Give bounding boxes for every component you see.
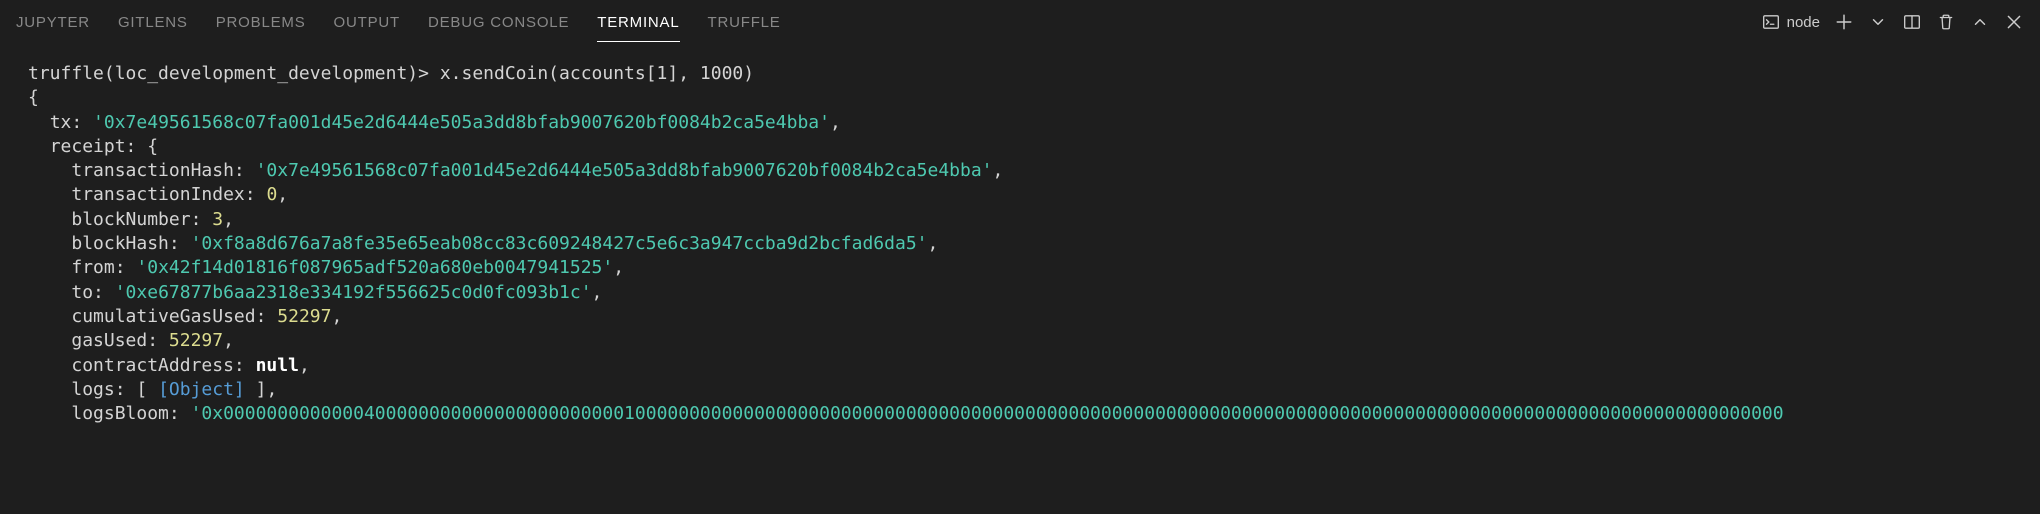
to-key: to: <box>71 282 104 303</box>
kill-terminal-button[interactable] <box>1936 12 1956 32</box>
tab-output[interactable]: OUTPUT <box>334 2 400 42</box>
gas-used-key: gasUsed: <box>71 330 158 351</box>
gas-used-value: 52297 <box>169 330 223 351</box>
output-line: { <box>28 87 39 108</box>
terminal-prompt: truffle(loc_development_development)> <box>28 63 429 84</box>
tx-key: tx: <box>50 112 83 133</box>
contract-address-key: contractAddress: <box>71 355 244 376</box>
shell-name: node <box>1787 14 1820 31</box>
transaction-hash-value: '0x7e49561568c07fa001d45e2d6444e505a3dd8… <box>256 160 993 181</box>
terminal-dropdown-icon[interactable] <box>1868 12 1888 32</box>
contract-address-value: null <box>256 355 299 376</box>
terminal-icon <box>1761 12 1781 32</box>
tx-value: '0x7e49561568c07fa001d45e2d6444e505a3dd8… <box>93 112 830 133</box>
tab-debug-console[interactable]: DEBUG CONSOLE <box>428 2 569 42</box>
from-key: from: <box>71 257 125 278</box>
close-panel-button[interactable] <box>2004 12 2024 32</box>
logs-bloom-value: '0x0000000000000400000000000000000000000… <box>191 403 1784 424</box>
cumulative-gas-used-value: 52297 <box>277 306 331 327</box>
panel-tabs: JUPYTER GITLENS PROBLEMS OUTPUT DEBUG CO… <box>16 2 1761 42</box>
transaction-index-key: transactionIndex: <box>71 184 255 205</box>
new-terminal-button[interactable] <box>1834 12 1854 32</box>
terminal-shell-selector[interactable]: node <box>1761 12 1820 32</box>
block-number-key: blockNumber: <box>71 209 201 230</box>
panel-header: JUPYTER GITLENS PROBLEMS OUTPUT DEBUG CO… <box>0 0 2040 44</box>
tab-gitlens[interactable]: GITLENS <box>118 2 188 42</box>
terminal-command: x.sendCoin(accounts[1], 1000) <box>440 63 754 84</box>
from-value: '0x42f14d01816f087965adf520a680eb0047941… <box>136 257 613 278</box>
transaction-index-value: 0 <box>266 184 277 205</box>
tab-problems[interactable]: PROBLEMS <box>216 2 306 42</box>
logs-object: [Object] <box>158 379 245 400</box>
panel-actions: node <box>1761 12 2024 32</box>
cumulative-gas-used-key: cumulativeGasUsed: <box>71 306 266 327</box>
tab-jupyter[interactable]: JUPYTER <box>16 2 90 42</box>
terminal-output[interactable]: truffle(loc_development_development)> x.… <box>0 44 2040 444</box>
receipt-key: receipt: { <box>50 136 158 157</box>
logs-open-bracket: [ <box>136 379 147 400</box>
block-hash-value: '0xf8a8d676a7a8fe35e65eab08cc83c60924842… <box>191 233 928 254</box>
logs-close-bracket: ] <box>256 379 267 400</box>
tab-truffle[interactable]: TRUFFLE <box>708 2 781 42</box>
block-number-value: 3 <box>212 209 223 230</box>
block-hash-key: blockHash: <box>71 233 179 254</box>
logs-key: logs: <box>71 379 125 400</box>
maximize-panel-button[interactable] <box>1970 12 1990 32</box>
split-terminal-button[interactable] <box>1902 12 1922 32</box>
transaction-hash-key: transactionHash: <box>71 160 244 181</box>
to-value: '0xe67877b6aa2318e334192f556625c0d0fc093… <box>115 282 592 303</box>
tab-terminal[interactable]: TERMINAL <box>597 2 679 42</box>
logs-bloom-key: logsBloom: <box>71 403 179 424</box>
